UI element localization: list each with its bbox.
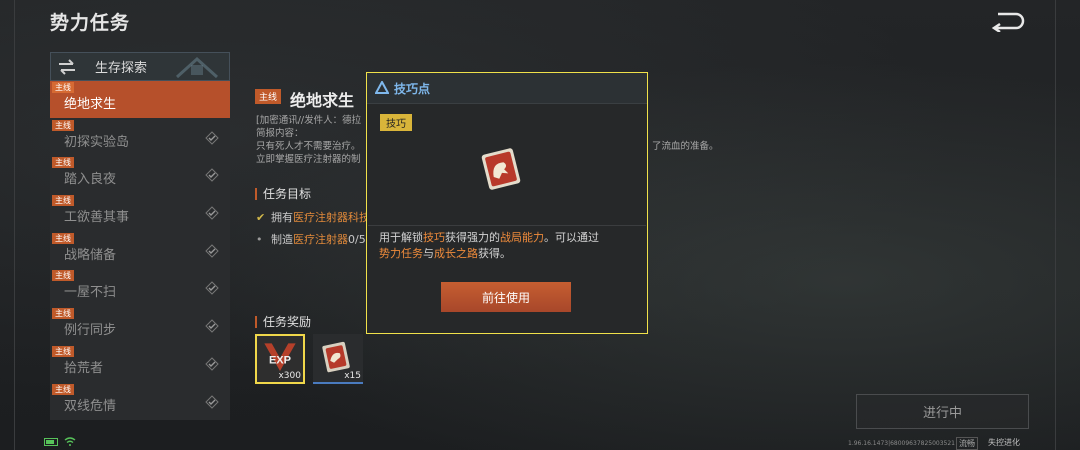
mainline-tag: 主线: [52, 232, 74, 244]
desc-highlight: 战局能力: [500, 231, 544, 244]
sidebar-item-label: 工欲善其事: [64, 210, 130, 226]
sidebar-item-chutan[interactable]: 主线 初探实验岛: [50, 118, 230, 157]
popup-category-badge: 技巧: [380, 114, 412, 131]
objective-progress: 0/5: [348, 233, 366, 246]
mission-brief-line: 立即掌握医疗注射器的制: [256, 154, 361, 165]
objectives-title: 任务目标: [255, 188, 311, 200]
sidebar-item-label: 踏入良夜: [64, 172, 117, 188]
bullet-icon: •: [256, 233, 263, 246]
category-label: 生存探索: [95, 61, 148, 76]
back-icon[interactable]: [990, 10, 1026, 32]
check-icon: [205, 319, 219, 333]
skill-point-small-icon: [375, 81, 389, 94]
mission-brief-line: 只有死人才不需要治疗。: [256, 141, 361, 152]
sidebar-item-label: 双线危情: [64, 398, 117, 414]
sidebar-item-yiwu[interactable]: 主线 一屋不扫: [50, 269, 230, 308]
go-use-button[interactable]: 前往使用: [441, 282, 571, 312]
brand-logo: 失控进化: [988, 438, 1020, 447]
desc-highlight: 成长之路: [434, 247, 478, 260]
check-icon: [205, 281, 219, 296]
check-circle-icon: ✔: [256, 211, 266, 224]
desc-text: 与: [423, 247, 434, 260]
mission-title: 绝地求生: [290, 91, 355, 110]
check-icon: [205, 244, 219, 258]
status-icons: [44, 437, 76, 446]
mission-sidebar: 生存探索 主线 绝地求生 主线 初探实验岛 主线 踏入良夜 主线 工欲善其事 主…: [50, 52, 230, 424]
category-emblem-icon: [175, 56, 219, 79]
rewards-title: 任务奖励: [255, 316, 311, 328]
objective-prefix: 拥有: [271, 211, 293, 224]
sidebar-item-juedi[interactable]: 主线 绝地求生: [50, 81, 230, 119]
sidebar-item-gongyu[interactable]: 主线 工欲善其事: [50, 194, 230, 232]
mainline-tag: 主线: [52, 383, 74, 395]
mission-brief-line: 简报内容：: [256, 128, 304, 139]
sidebar-item-lixing[interactable]: 主线 例行同步: [50, 307, 230, 345]
desc-text: 获得。: [478, 247, 511, 260]
popup-divider: [368, 225, 646, 226]
sidebar-item-label: 一屋不扫: [64, 285, 117, 301]
page-title: 势力任务: [50, 12, 131, 34]
sidebar-item-label: 战略储备: [64, 247, 117, 263]
sidebar-item-shihuang[interactable]: 主线 拾荒者: [50, 344, 230, 383]
mainline-tag: 主线: [52, 119, 74, 131]
mainline-tag: 主线: [52, 195, 74, 207]
sidebar-item-label: 绝地求生: [64, 97, 117, 112]
mission-brief-line: [加密通讯//发件人：德拉: [256, 115, 362, 126]
objective-highlight: 医疗注射器: [293, 233, 348, 246]
skill-point-popup: 技巧点 技巧 用于解锁技巧获得强力的战局能力。可以通过 势力任务与成长之路获得。…: [366, 72, 648, 334]
battery-icon: [44, 437, 58, 446]
reward-count: x15: [344, 371, 361, 381]
sidebar-item-label: 拾荒者: [64, 360, 104, 376]
check-icon: [205, 206, 219, 220]
version-text: 1.96.16.1473|68009637825003521: [848, 440, 955, 447]
frame-left-border: [14, 0, 15, 450]
objective-highlight: 医疗注射器科技: [293, 211, 370, 224]
status-in-progress-button[interactable]: 进行中: [856, 394, 1029, 429]
objective-item: • 制造医疗注射器0/5: [256, 231, 366, 247]
frame-right-border: [1055, 0, 1056, 450]
wifi-icon: [64, 437, 76, 446]
swap-icon[interactable]: [57, 58, 77, 75]
desc-highlight: 势力任务: [379, 247, 423, 260]
category-header[interactable]: 生存探索: [50, 52, 230, 81]
check-icon: [205, 130, 219, 145]
objective-prefix: 制造: [271, 233, 293, 246]
reward-count: x300: [278, 371, 301, 381]
mainline-tag: 主线: [52, 157, 74, 169]
popup-description: 用于解锁技巧获得强力的战局能力。可以通过 势力任务与成长之路获得。: [379, 230, 639, 262]
desc-highlight: 技巧: [423, 231, 445, 244]
mainline-tag: 主线: [52, 270, 74, 282]
sidebar-item-zhanlue[interactable]: 主线 战略储备: [50, 231, 230, 270]
mainline-tag: 主线: [52, 82, 74, 93]
mission-brief-tail: 了流血的准备。: [652, 141, 719, 152]
objective-item: ✔ 拥有医疗注射器科技: [256, 209, 370, 225]
reward-skill-point[interactable]: x15: [313, 334, 363, 384]
check-icon: [205, 394, 219, 409]
reward-exp[interactable]: EXP x300: [255, 334, 305, 384]
check-icon: [205, 357, 219, 371]
sidebar-item-taru[interactable]: 主线 踏入良夜: [50, 156, 230, 195]
mission-tag: 主线: [255, 89, 282, 104]
sidebar-item-shuangxian[interactable]: 主线 双线危情: [50, 382, 230, 421]
desc-text: 。可以通过: [544, 231, 599, 244]
sidebar-item-label: 例行同步: [64, 323, 117, 339]
sidebar-item-label: 初探实验岛: [64, 134, 130, 150]
mainline-tag: 主线: [52, 345, 74, 357]
mainline-tag: 主线: [52, 308, 74, 320]
check-icon: [205, 168, 219, 183]
desc-text: 获得强力的: [445, 231, 500, 244]
skill-point-item-icon: [481, 148, 521, 190]
desc-text: 用于解锁: [379, 231, 423, 244]
exp-label: EXP: [269, 355, 291, 367]
popup-header: 技巧点: [367, 73, 647, 104]
popup-title: 技巧点: [394, 81, 431, 96]
performance-badge: 流畅: [956, 437, 978, 450]
